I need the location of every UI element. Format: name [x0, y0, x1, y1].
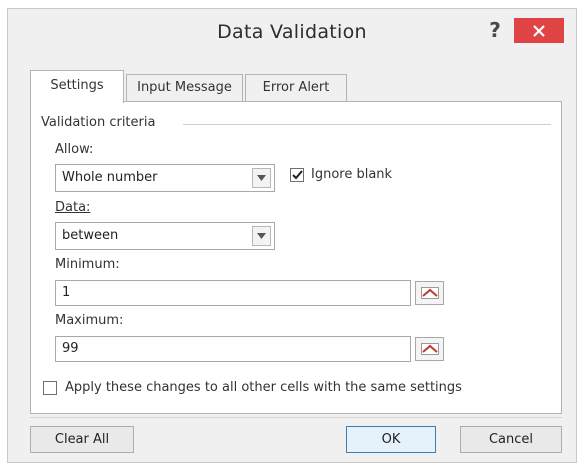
clear-all-button[interactable]: Clear All — [30, 426, 134, 453]
apply-all-label[interactable]: Apply these changes to all other cells w… — [65, 380, 462, 395]
footer-divider — [30, 417, 562, 418]
title-bar[interactable]: Data Validation ? — [8, 9, 576, 59]
apply-all-checkbox[interactable] — [43, 381, 57, 395]
allow-selected-value: Whole number — [62, 170, 158, 185]
maximum-range-button[interactable] — [415, 337, 444, 361]
data-label: Data: — [55, 200, 91, 215]
tab-input-message[interactable]: Input Message — [126, 74, 243, 101]
chevron-down-icon — [257, 175, 266, 181]
ok-button[interactable]: OK — [346, 426, 436, 453]
maximum-value: 99 — [62, 341, 79, 356]
minimum-label: Minimum: — [55, 257, 120, 272]
maximum-label: Maximum: — [55, 313, 124, 328]
ignore-blank-label[interactable]: Ignore blank — [311, 167, 392, 182]
collapse-dialog-icon — [420, 343, 439, 355]
settings-panel: Validation criteria Allow: Whole number … — [30, 101, 562, 414]
allow-dropdown-button[interactable] — [252, 168, 271, 188]
minimum-range-button[interactable] — [415, 281, 444, 305]
minimum-value: 1 — [62, 285, 71, 300]
minimum-input[interactable]: 1 — [55, 280, 411, 306]
maximum-input[interactable]: 99 — [55, 336, 411, 362]
allow-dropdown[interactable]: Whole number — [55, 164, 275, 192]
checkmark-icon — [291, 170, 303, 180]
tab-error-alert[interactable]: Error Alert — [245, 74, 347, 101]
chevron-down-icon — [257, 233, 266, 239]
section-divider — [183, 124, 551, 125]
close-icon — [533, 24, 545, 37]
cancel-button[interactable]: Cancel — [460, 426, 562, 453]
tab-settings[interactable]: Settings — [30, 70, 124, 103]
data-validation-dialog: Data Validation ? Settings Input Message… — [7, 8, 577, 463]
collapse-dialog-icon — [420, 287, 439, 299]
ignore-blank-checkbox[interactable] — [290, 168, 304, 182]
help-icon[interactable]: ? — [482, 15, 508, 45]
close-button[interactable] — [514, 18, 564, 43]
data-dropdown[interactable]: between — [55, 222, 275, 250]
validation-criteria-heading: Validation criteria — [41, 115, 156, 130]
allow-label: Allow: — [55, 142, 94, 157]
data-dropdown-button[interactable] — [252, 226, 271, 246]
data-selected-value: between — [62, 228, 119, 243]
